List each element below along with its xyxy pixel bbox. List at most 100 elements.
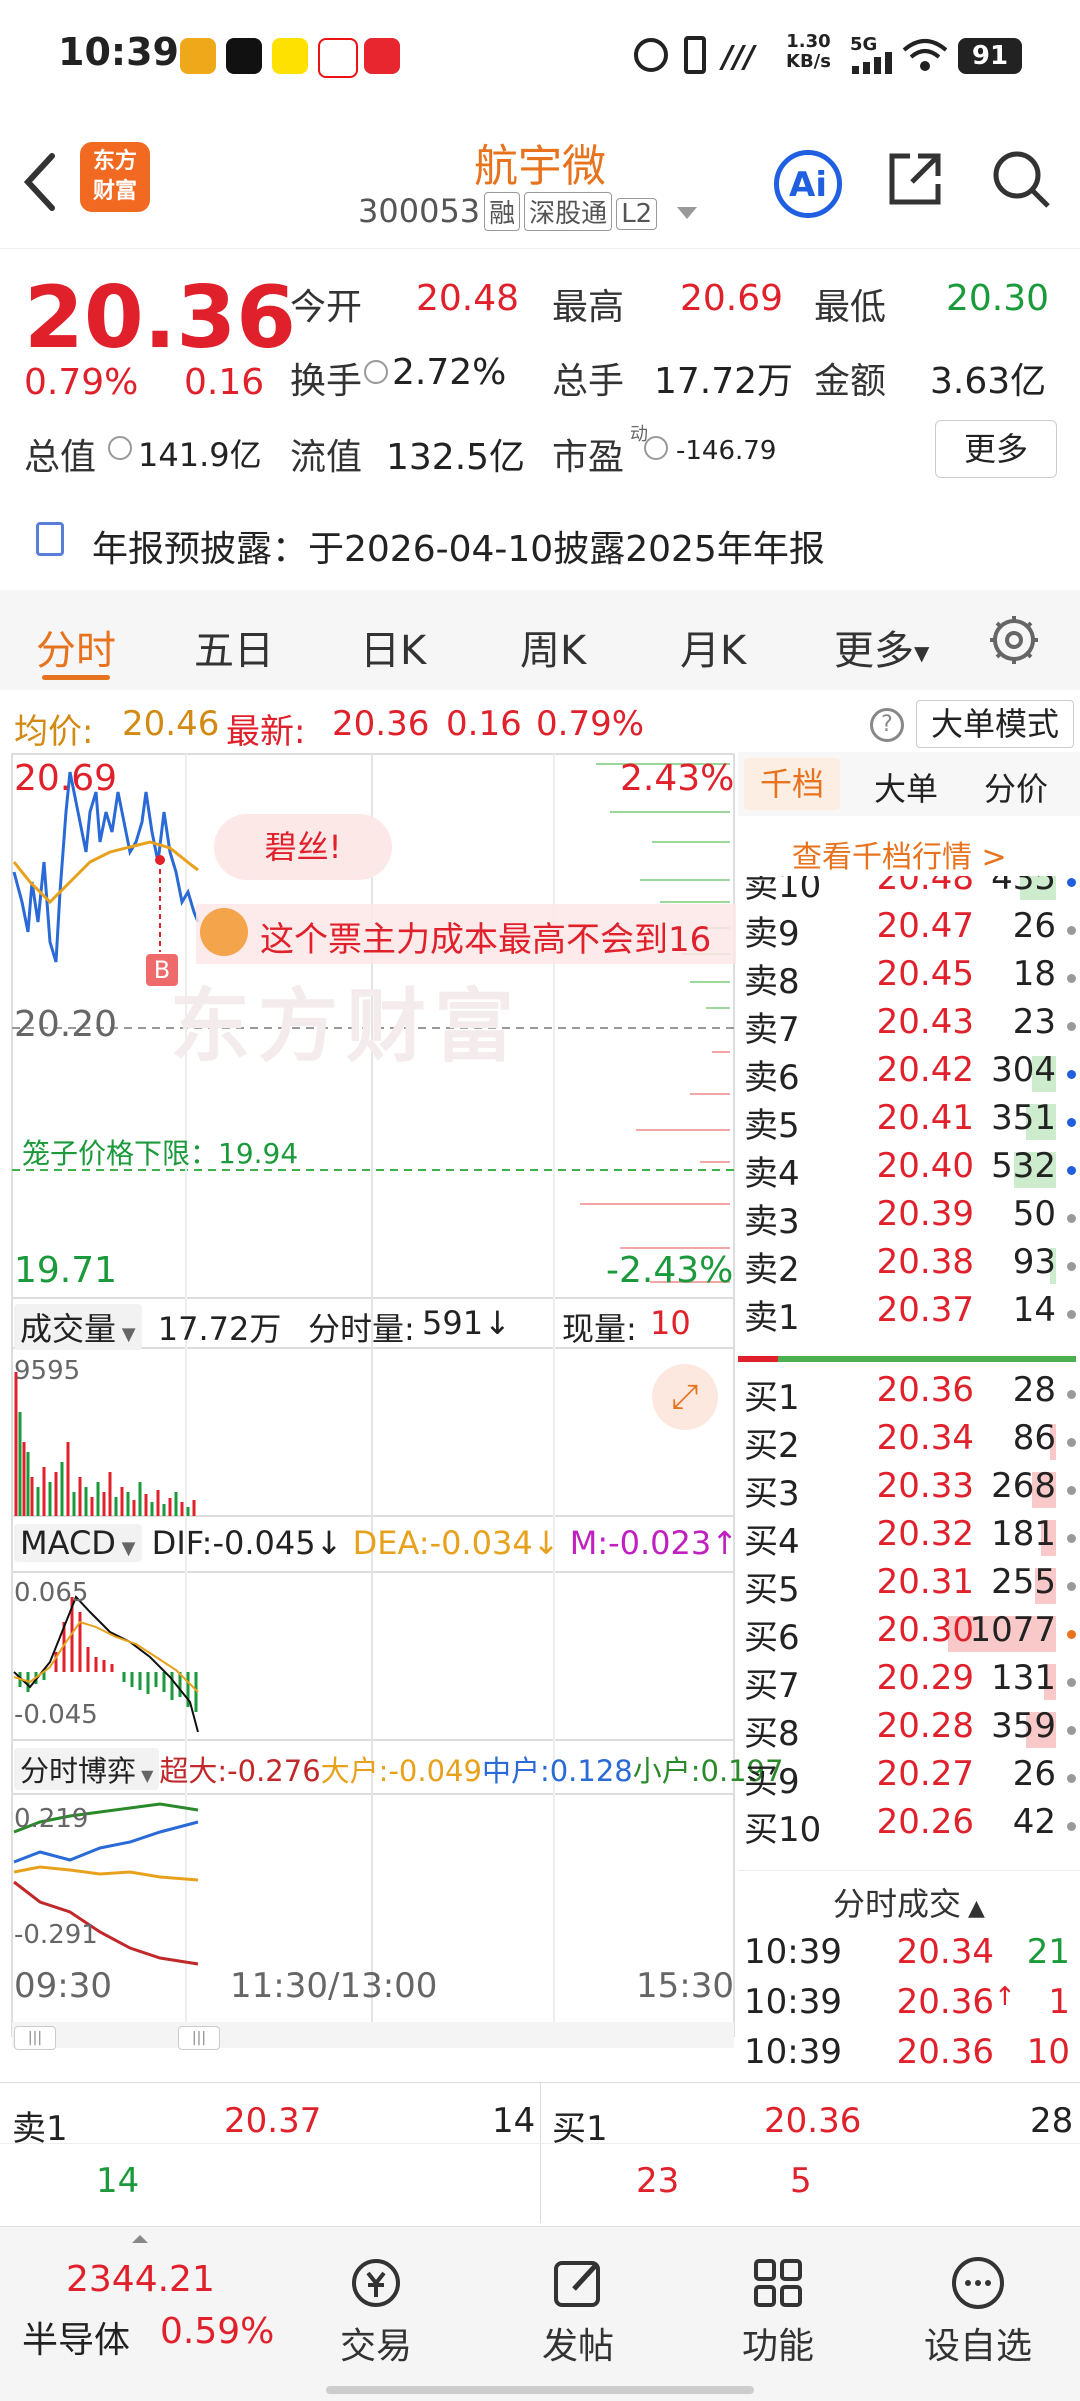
chart-area[interactable]: 东方财富 20.69 2.43% 20.20 笼子价格下限：19.94 19.7… (0, 752, 784, 2082)
index-widget[interactable]: 2344.21 半导体 0.59% (0, 2227, 300, 2401)
bid-row[interactable]: 买9 20.27 26 (738, 1754, 1078, 1802)
settings-icon[interactable] (986, 612, 1042, 668)
tab-day-k[interactable]: 日K (360, 618, 426, 676)
share-icon[interactable] (886, 150, 942, 206)
scroll-handle-right[interactable]: ||| (178, 2026, 220, 2050)
avg-label: 均价: (14, 712, 94, 752)
tab-more[interactable]: 更多▼ (834, 618, 929, 676)
level-dot (1067, 1774, 1076, 1783)
chart-bottom-price: 19.71 (14, 1250, 118, 1291)
net-speed-unit: KB/s (786, 51, 831, 72)
trades-title[interactable]: 分时成交 ▲ (738, 1870, 1080, 1925)
volume-header: 成交量 ▼ 17.72万 分时量: 591 ↓ 现量: 10 (14, 1304, 734, 1350)
tag-l2: L2 (616, 198, 658, 230)
level-dot (1067, 1726, 1076, 1735)
level-price: 20.33 (876, 1466, 974, 1506)
big-order-mode-button[interactable]: 大单模式 (916, 700, 1074, 748)
bid-row[interactable]: 买2 20.34 86 (738, 1418, 1078, 1466)
ask-row[interactable]: 卖4 20.40 532 (738, 1146, 1078, 1194)
ask-row[interactable]: 卖7 20.43 23 (738, 1002, 1078, 1050)
time-mid: 11:30/13:00 (230, 1966, 438, 2006)
bid-row[interactable]: 买1 20.36 28 (738, 1370, 1078, 1418)
nav-trade[interactable]: 交易 (316, 2253, 436, 2369)
ask-row[interactable]: 卖1 20.37 14 (738, 1290, 1078, 1338)
tab-five-day[interactable]: 五日 (194, 618, 274, 676)
float-label: 流值 (290, 437, 363, 478)
level-dot (1067, 1678, 1076, 1687)
summary-row2-b: 23 (636, 2161, 680, 2201)
tab-fenshi[interactable]: 分时 (36, 618, 116, 676)
stock-code-row[interactable]: 300053 融深股通 L2 (358, 192, 698, 231)
level-label: 买7 (744, 1666, 800, 1706)
game-select[interactable]: 分时博弈 ▼ (14, 1748, 160, 1790)
home-indicator (326, 2386, 754, 2394)
macd-bars (18, 1597, 198, 1712)
ob-link[interactable]: 查看千档行情 > (792, 832, 1007, 876)
level-dot (1067, 1534, 1076, 1543)
ask-row[interactable]: 卖8 20.45 18 (738, 954, 1078, 1002)
tab-week-k[interactable]: 周K (520, 618, 586, 676)
bid-row[interactable]: 买7 20.29 131 (738, 1658, 1078, 1706)
level-volume: 268 (991, 1466, 1056, 1506)
app-icon-4 (318, 38, 358, 78)
chart-bottom-pct: -2.43% (606, 1250, 734, 1291)
tab-month-k[interactable]: 月K (680, 618, 746, 676)
buy-marker[interactable]: B (146, 954, 178, 986)
help-icon[interactable]: ? (870, 708, 904, 742)
level-volume: 26 (1012, 906, 1056, 946)
more-button[interactable]: 更多 (935, 420, 1057, 478)
info-icon[interactable] (108, 436, 132, 460)
alarm-icon (634, 38, 668, 72)
trade-arrow: ↑ (994, 1982, 1016, 2012)
ask-row[interactable]: 卖2 20.38 93 (738, 1242, 1078, 1290)
ask-row[interactable]: 卖6 20.42 304 (738, 1050, 1078, 1098)
nav-add-watchlist[interactable]: 设自选 (918, 2253, 1038, 2369)
level-price: 20.39 (876, 1194, 974, 1234)
expand-icon[interactable]: ⤢ (652, 1364, 718, 1430)
comment-bubble[interactable]: 碧丝! (214, 814, 392, 880)
level-volume: 18 (1012, 954, 1056, 994)
level-label: 买10 (744, 1810, 822, 1850)
index-name: 半导体 (22, 2320, 131, 2361)
level-volume: 50 (1012, 1194, 1056, 1234)
status-time: 10:39 (58, 30, 179, 74)
ask-row[interactable]: 卖9 20.47 26 (738, 906, 1078, 954)
volume-value: 17.72万 (654, 361, 794, 402)
comment-banner[interactable]: 这个票主力成本最高不会到16 (196, 904, 736, 964)
change-abs: 0.16 (184, 362, 265, 403)
level-volume: 359 (991, 1706, 1056, 1746)
ob-tab-fenjia[interactable]: 分价 (984, 764, 1048, 810)
ob-tab-dadan[interactable]: 大单 (874, 764, 938, 810)
ask-row[interactable]: 卖5 20.41 351 (738, 1098, 1078, 1146)
bid-row[interactable]: 买4 20.32 181 (738, 1514, 1078, 1562)
bid-row[interactable]: 买6 20.30 1077 (738, 1610, 1078, 1658)
pe-value: -146.79 (676, 436, 777, 466)
bid-row[interactable]: 买10 20.26 42 (738, 1802, 1078, 1850)
search-icon[interactable] (990, 148, 1050, 208)
ask-row[interactable]: 卖10 20.48 435 (738, 876, 1078, 906)
nav-functions[interactable]: 功能 (718, 2253, 838, 2369)
nfc-icon: /// (722, 40, 755, 75)
ai-button[interactable]: Ai (774, 150, 842, 218)
level-volume: 86 (1012, 1418, 1056, 1458)
notice-bar[interactable]: 年报预披露：于2026-04-10披露2025年年报 (0, 500, 1080, 588)
ob-tab-qiandang[interactable]: 千档 (744, 758, 840, 810)
bid-row[interactable]: 买8 20.28 359 (738, 1706, 1078, 1754)
level-label: 卖3 (744, 1202, 800, 1242)
volume-select[interactable]: 成交量 ▼ (14, 1304, 142, 1350)
macd-select[interactable]: MACD ▼ (14, 1524, 142, 1562)
level-label: 买3 (744, 1474, 800, 1514)
bid-row[interactable]: 买5 20.31 255 (738, 1562, 1078, 1610)
chart-top-price: 20.69 (14, 758, 118, 799)
tag-margin: 融 (484, 192, 521, 231)
latest-value: 20.36 (332, 704, 430, 744)
scroll-handle-left[interactable]: ||| (14, 2026, 56, 2050)
mktcap-label: 总值 (24, 437, 97, 478)
nav-post[interactable]: 发帖 (518, 2253, 638, 2369)
bid-row[interactable]: 买3 20.33 268 (738, 1466, 1078, 1514)
info-icon[interactable] (644, 436, 668, 460)
level-volume: 42 (1012, 1802, 1056, 1842)
ask-row[interactable]: 卖3 20.39 50 (738, 1194, 1078, 1242)
index-pct: 0.59% (160, 2311, 275, 2352)
info-icon[interactable] (364, 360, 388, 384)
